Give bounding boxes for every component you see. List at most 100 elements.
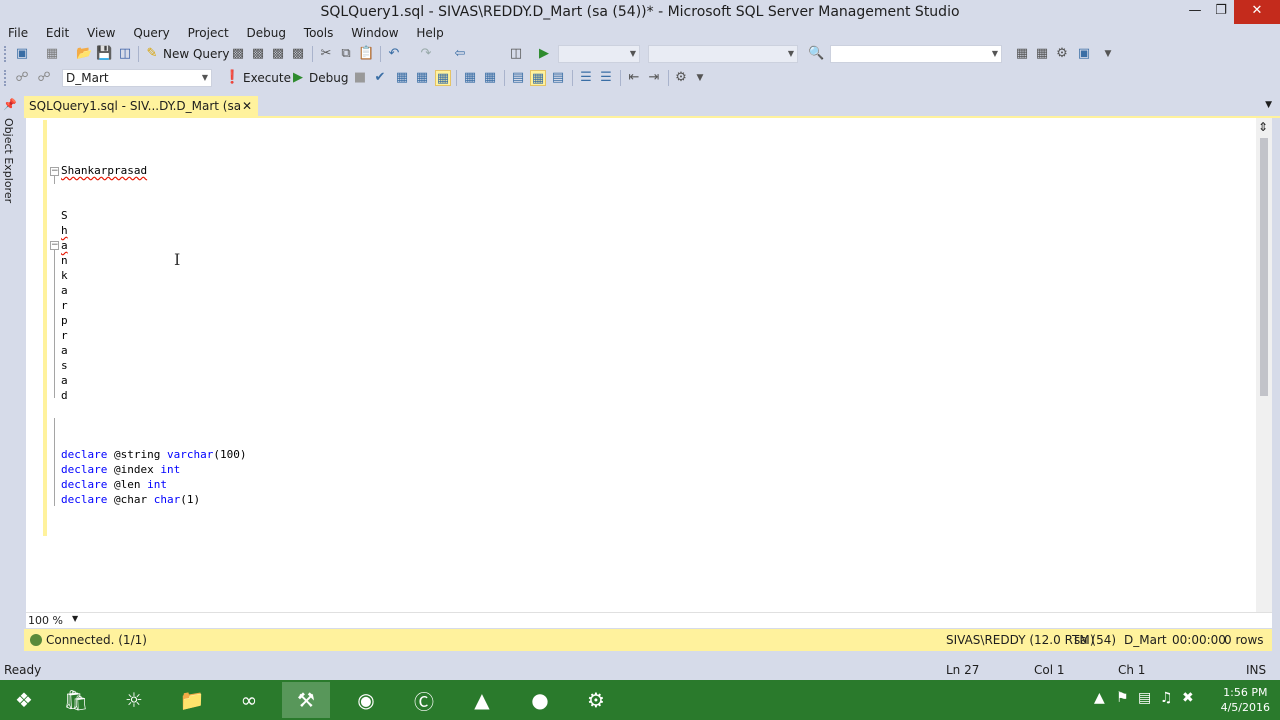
toolbar-grip[interactable] [4,70,8,86]
execute-icon[interactable]: ❗ [224,70,240,86]
editor-vertical-scrollbar[interactable]: ⇕ [1256,118,1272,612]
toolbar-overflow-icon[interactable]: ▼ [692,70,708,86]
decrease-indent-icon[interactable]: ⇤ [626,70,642,86]
start-icon[interactable]: ▶ [536,46,552,62]
execute-button[interactable]: Execute [243,71,291,85]
menu-help[interactable]: Help [408,24,449,42]
registered-servers-icon[interactable]: ▦ [1014,46,1030,62]
template-explorer-icon[interactable]: ⚙ [1054,46,1070,62]
solution-config-dropdown[interactable]: ▼ [558,45,640,63]
uncomment-lines-icon[interactable]: ☰ [598,70,614,86]
letter: p [61,314,68,327]
tools-app-icon[interactable]: ⚙ [572,682,620,718]
recorder-app-icon[interactable]: ● [516,682,564,718]
database-engine-query-icon[interactable]: ▩ [230,46,246,62]
start-windows-icon[interactable]: ❖ [0,682,48,718]
xmla-query-icon[interactable]: ▩ [290,46,306,62]
redo-icon[interactable]: ↷ [418,46,434,62]
activity-monitor-icon[interactable]: ◫ [508,46,524,62]
collapse-icon[interactable]: − [50,241,59,250]
new-query-button[interactable]: New Query [163,47,229,61]
status-bar: Ready Ln 27 Col 1 Ch 1 INS [0,660,1280,680]
menu-edit[interactable]: Edit [38,24,75,42]
media-app-icon[interactable]: ▲ [458,682,506,718]
close-tab-icon[interactable]: ✕ [242,96,252,116]
debug-button[interactable]: Debug [309,71,348,85]
tray-overflow-icon[interactable]: ▲ [1094,690,1105,706]
save-all-icon[interactable]: ◫ [117,46,133,62]
display-estimated-plan-icon[interactable]: ▦ [394,70,410,86]
comment-lines-icon[interactable]: ☰ [578,70,594,86]
menu-tools[interactable]: Tools [296,24,340,42]
restore-icon[interactable]: ❐ [1204,0,1238,24]
letter: d [61,389,68,402]
properties-icon[interactable]: ▣ [1076,46,1092,62]
letter: a [61,239,68,252]
analysis-query-icon[interactable]: ▩ [250,46,266,62]
object-explorer-panel[interactable]: 📌 Object Explorer [0,94,20,654]
intellisense-enabled-icon[interactable]: ▦ [435,70,451,86]
tab-sqlquery1[interactable]: SQLQuery1.sql - SIV...DY.D_Mart (sa (54)… [24,96,258,133]
skype-icon[interactable]: Ⓒ [400,682,448,718]
debug-icon[interactable]: ▶ [290,70,306,86]
find-dropdown[interactable]: ▼ [830,45,1002,63]
object-explorer-toolbar-icon[interactable]: ▦ [1034,46,1050,62]
close-icon[interactable]: ✕ [1234,0,1280,24]
pin-icon[interactable]: 📌 [3,98,17,111]
cut-icon[interactable]: ✂ [318,46,334,62]
solution-platform-dropdown[interactable]: ▼ [648,45,798,63]
paste-icon[interactable]: 📋 [358,46,374,62]
collapse-icon[interactable]: − [50,167,59,176]
mdx-query-icon[interactable]: ▩ [270,46,286,62]
clock[interactable]: 1:56 PM 4/5/2016 [1221,685,1270,715]
split-window-icon[interactable]: ⇕ [1258,120,1268,134]
new-project-icon[interactable]: ▣ [14,46,30,62]
results-to-grid-icon[interactable]: ▦ [530,70,546,86]
specify-template-values-icon[interactable]: ⚙ [673,70,689,86]
open-file-icon[interactable]: 📂 [76,46,92,62]
toolbar-overflow-icon[interactable]: ▼ [1100,46,1116,62]
query-designer-icon[interactable]: ▦ [414,70,430,86]
file-explorer-icon[interactable]: 📁 [168,682,216,718]
parse-icon[interactable]: ✔ [372,70,388,86]
action-center-icon[interactable]: ⚑ [1116,690,1129,706]
increase-indent-icon[interactable]: ⇥ [646,70,662,86]
add-item-icon[interactable]: ▦ [44,46,60,62]
menu-project[interactable]: Project [180,24,235,42]
navigate-backward-icon[interactable]: ⇦ [452,46,468,62]
available-databases-dropdown[interactable]: D_Mart ▼ [62,69,212,87]
tray-alert-icon[interactable]: ✖ [1182,690,1194,706]
copy-icon[interactable]: ⧉ [338,46,354,62]
scrollbar-thumb[interactable] [1260,138,1268,396]
visual-studio-icon[interactable]: ∞ [225,682,273,718]
find-in-files-icon[interactable]: 🔍 [808,46,824,62]
query-editor[interactable]: − Shankarprasad − S h a n k a r p r a s … [26,118,1272,612]
toolbar-grip[interactable] [4,46,8,62]
ssms-taskbar-icon[interactable]: ⚒ [282,682,330,718]
menu-query[interactable]: Query [125,24,175,42]
include-client-statistics-icon[interactable]: ▦ [482,70,498,86]
network-icon[interactable]: ▤ [1138,690,1151,706]
zoom-level[interactable]: 100 % [28,614,63,627]
internet-explorer-icon[interactable]: ☼ [110,682,158,718]
cancel-query-icon[interactable]: ■ [352,70,368,86]
results-to-text-icon[interactable]: ▤ [510,70,526,86]
zoom-dropdown-icon[interactable]: ▼ [72,614,78,623]
new-query-icon[interactable]: ✎ [144,46,160,62]
menu-view[interactable]: View [79,24,121,42]
title-bar: SQLQuery1.sql - SIVAS\REDDY.D_Mart (sa (… [0,0,1280,24]
undo-icon[interactable]: ↶ [386,46,402,62]
save-icon[interactable]: 💾 [96,46,112,62]
object-explorer-tab[interactable]: Object Explorer [2,118,15,203]
results-to-file-icon[interactable]: ▤ [550,70,566,86]
menu-debug[interactable]: Debug [239,24,292,42]
tab-list-dropdown-icon[interactable]: ▼ [1265,100,1272,110]
store-icon[interactable]: 🛍 [52,682,100,718]
connect-icon[interactable]: ☍ [14,70,30,86]
include-actual-plan-icon[interactable]: ▦ [462,70,478,86]
chrome-icon[interactable]: ◉ [342,682,390,718]
change-connection-icon[interactable]: ☍ [36,70,52,86]
menu-window[interactable]: Window [343,24,404,42]
menu-file[interactable]: File [0,24,34,42]
volume-icon[interactable]: ♫ [1160,690,1173,706]
